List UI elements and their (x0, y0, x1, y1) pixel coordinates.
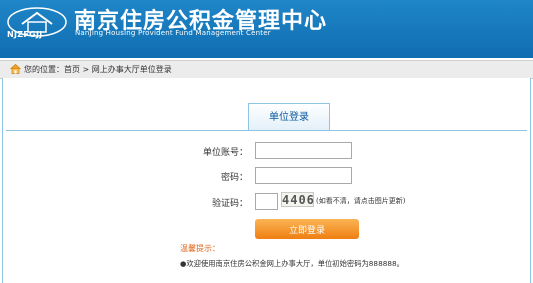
tab-underline (6, 130, 527, 131)
captcha-input[interactable] (255, 193, 278, 210)
breadcrumb-text: 您的位置：首页 > 网上办事大厅单位登录 (24, 65, 172, 74)
site-header: NJZFGJJ 南京住房公积金管理中心 NanJing Housing Prov… (0, 0, 533, 58)
captcha-image[interactable]: 4406 (281, 192, 314, 207)
account-label: 单位账号： (202, 148, 248, 158)
login-button[interactable]: 立即登录 (255, 219, 359, 239)
logo-abbreviation: NJZFGJJ (7, 30, 43, 39)
captcha-refresh-hint: (如看不清，请点击图片更新) (316, 197, 406, 205)
captcha-label: 验证码： (211, 199, 248, 209)
password-label: 密码： (220, 173, 248, 183)
password-input[interactable] (255, 167, 352, 184)
tips-title: 温馨提示： (180, 244, 220, 253)
breadcrumb: 您的位置：首页 > 网上办事大厅单位登录 (0, 60, 533, 79)
home-icon (10, 64, 21, 74)
tab-unit-login[interactable]: 单位登录 (248, 103, 330, 130)
tips-text: ●欢迎使用南京住房公积金网上办事大厅，单位初始密码为888888。 (180, 259, 404, 268)
unit-account-input[interactable] (255, 142, 352, 159)
site-subtitle: NanJing Housing Provident Fund Managemen… (75, 29, 271, 37)
